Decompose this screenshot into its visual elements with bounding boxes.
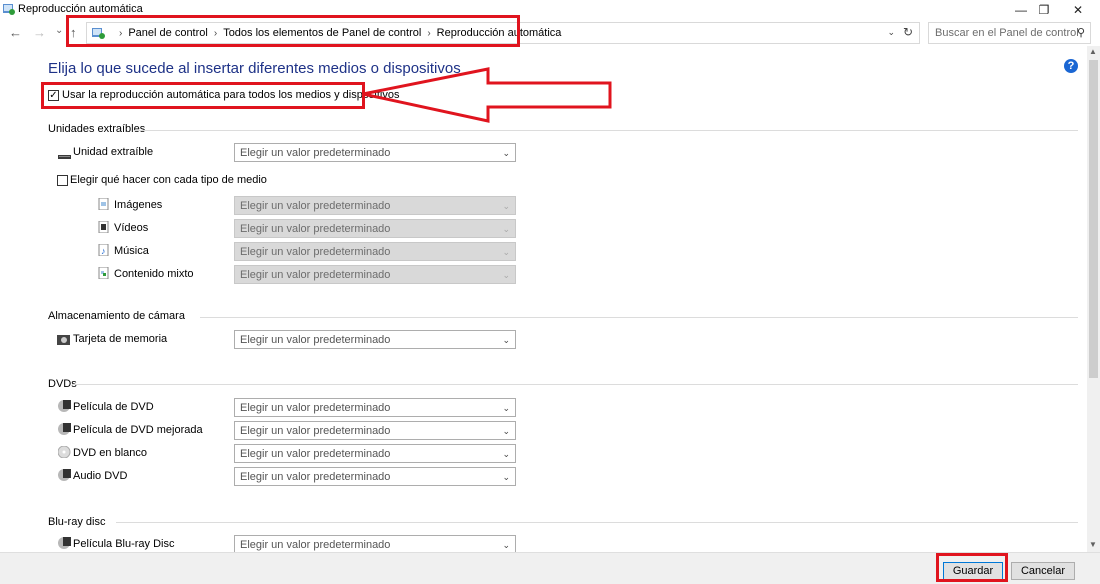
- audio-dvd-icon: [58, 469, 71, 481]
- removable-drive-select[interactable]: Elegir un valor predeterminado ⌄: [234, 143, 516, 162]
- mixed-content-icon: [98, 267, 109, 279]
- audio-dvd-label: Audio DVD: [73, 470, 128, 482]
- dropdown-value: Elegir un valor predeterminado: [240, 246, 391, 258]
- breadcrumb: › Panel de control › Todos los elementos…: [113, 27, 561, 39]
- dropdown-value: Elegir un valor predeterminado: [240, 539, 391, 551]
- autoplay-app-icon: [3, 4, 15, 15]
- up-button[interactable]: ↑: [70, 25, 77, 41]
- media-label-music: Música: [114, 245, 149, 257]
- chevron-down-icon: ⌄: [502, 540, 510, 550]
- removable-drive-icon: [58, 155, 71, 159]
- search-icon[interactable]: ⚲: [1077, 26, 1085, 39]
- scrollbar-thumb[interactable]: [1089, 60, 1098, 378]
- per-media-label[interactable]: Elegir qué hacer con cada tipo de medio: [70, 174, 267, 186]
- enhanced-dvd-movie-label: Película de DVD mejorada: [73, 424, 203, 436]
- close-button[interactable]: ✕: [1061, 0, 1095, 20]
- bluray-movie-label: Película Blu-ray Disc: [73, 538, 175, 550]
- breadcrumb-autoplay[interactable]: Reproducción automática: [437, 27, 562, 39]
- bluray-movie-select[interactable]: Elegir un valor predeterminado ⌄: [234, 535, 516, 552]
- scroll-down-icon[interactable]: ▼: [1089, 540, 1097, 549]
- address-dropdown-icon[interactable]: ⌄: [887, 27, 895, 38]
- dropdown-value: Elegir un valor predeterminado: [240, 471, 391, 483]
- help-icon[interactable]: ?: [1064, 59, 1078, 73]
- blank-dvd-icon: [58, 446, 71, 458]
- chevron-down-icon: ⌄: [502, 201, 510, 211]
- address-bar[interactable]: › Panel de control › Todos los elementos…: [86, 22, 920, 44]
- dvd-movie-label: Película de DVD: [73, 401, 154, 413]
- media-label-mixed: Contenido mixto: [114, 268, 194, 280]
- chevron-down-icon: ⌄: [502, 472, 510, 482]
- annotation-arrow: [362, 67, 612, 123]
- svg-text:♪: ♪: [101, 246, 106, 256]
- section-divider: [72, 384, 1078, 385]
- back-button[interactable]: ←: [9, 25, 22, 41]
- dropdown-value: Elegir un valor predeterminado: [240, 448, 391, 460]
- window-title: Reproducción automática: [18, 3, 143, 15]
- memory-card-label: Tarjeta de memoria: [73, 333, 168, 345]
- dropdown-value: Elegir un valor predeterminado: [240, 269, 391, 281]
- videos-icon: [98, 221, 109, 233]
- vertical-scrollbar[interactable]: ▲ ▼: [1087, 46, 1100, 552]
- breadcrumb-separator: ›: [213, 27, 218, 39]
- chevron-down-icon: ⌄: [502, 247, 510, 257]
- dropdown-value: Elegir un valor predeterminado: [240, 402, 391, 414]
- audio-dvd-select[interactable]: Elegir un valor predeterminado ⌄: [234, 467, 516, 486]
- pictures-select[interactable]: Elegir un valor predeterminado ⌄: [234, 196, 516, 215]
- section-bluray: Blu-ray disc: [48, 516, 106, 528]
- dropdown-value: Elegir un valor predeterminado: [240, 200, 391, 212]
- music-icon: ♪: [98, 244, 109, 256]
- bluray-movie-icon: [58, 537, 71, 549]
- section-divider: [200, 317, 1078, 318]
- dropdown-value: Elegir un valor predeterminado: [240, 425, 391, 437]
- dropdown-value: Elegir un valor predeterminado: [240, 223, 391, 235]
- refresh-icon[interactable]: ↻: [903, 25, 913, 39]
- section-removable-drives: Unidades extraíbles: [48, 123, 146, 135]
- title-bar: Reproducción automática — ❐ ✕: [0, 0, 1100, 20]
- per-media-checkbox[interactable]: [57, 175, 68, 186]
- search-placeholder: Buscar en el Panel de control: [935, 27, 1079, 39]
- removable-drive-label: Unidad extraíble: [73, 146, 154, 158]
- section-divider: [116, 522, 1078, 523]
- chevron-down-icon: ⌄: [502, 403, 510, 413]
- media-label-videos: Vídeos: [114, 222, 149, 234]
- section-divider: [134, 130, 1078, 131]
- chevron-down-icon: ⌄: [502, 148, 510, 158]
- use-autoplay-label[interactable]: Usar la reproducción automática para tod…: [62, 89, 400, 101]
- save-button[interactable]: Guardar: [943, 562, 1003, 580]
- use-autoplay-checkbox[interactable]: ✓: [48, 90, 59, 101]
- pictures-icon: [98, 198, 109, 210]
- restore-button[interactable]: ❐: [1027, 0, 1061, 20]
- footer-bar: Guardar Cancelar: [0, 552, 1100, 584]
- breadcrumb-separator: ›: [119, 27, 123, 39]
- chevron-down-icon: ⌄: [502, 426, 510, 436]
- chevron-down-icon: ⌄: [502, 224, 510, 234]
- section-camera-storage: Almacenamiento de cámara: [48, 310, 185, 322]
- dvd-movie-icon: [58, 400, 71, 412]
- enhanced-dvd-movie-select[interactable]: Elegir un valor predeterminado ⌄: [234, 421, 516, 440]
- blank-dvd-select[interactable]: Elegir un valor predeterminado ⌄: [234, 444, 516, 463]
- forward-button[interactable]: →: [33, 25, 46, 41]
- chevron-down-icon: ⌄: [502, 270, 510, 280]
- memory-card-icon: [57, 335, 70, 345]
- scroll-up-icon[interactable]: ▲: [1089, 47, 1097, 56]
- music-select[interactable]: Elegir un valor predeterminado ⌄: [234, 242, 516, 261]
- breadcrumb-separator: ›: [427, 27, 431, 39]
- recent-locations-button[interactable]: ⌄: [55, 23, 63, 39]
- chevron-down-icon: ⌄: [502, 449, 510, 459]
- enhanced-dvd-movie-icon: [58, 423, 71, 435]
- cancel-button[interactable]: Cancelar: [1011, 562, 1075, 580]
- media-label-pictures: Imágenes: [114, 199, 163, 211]
- dvd-movie-select[interactable]: Elegir un valor predeterminado ⌄: [234, 398, 516, 417]
- dropdown-value: Elegir un valor predeterminado: [240, 334, 391, 346]
- breadcrumb-all-items[interactable]: Todos los elementos de Panel de control: [223, 27, 421, 39]
- memory-card-select[interactable]: Elegir un valor predeterminado ⌄: [234, 330, 516, 349]
- dropdown-value: Elegir un valor predeterminado: [240, 147, 391, 159]
- chevron-down-icon: ⌄: [502, 335, 510, 345]
- blank-dvd-label: DVD en blanco: [73, 447, 147, 459]
- breadcrumb-control-panel[interactable]: Panel de control: [128, 27, 208, 39]
- search-input[interactable]: Buscar en el Panel de control ⚲: [928, 22, 1091, 44]
- mixed-content-select[interactable]: Elegir un valor predeterminado ⌄: [234, 265, 516, 284]
- videos-select[interactable]: Elegir un valor predeterminado ⌄: [234, 219, 516, 238]
- control-panel-icon: [92, 28, 105, 39]
